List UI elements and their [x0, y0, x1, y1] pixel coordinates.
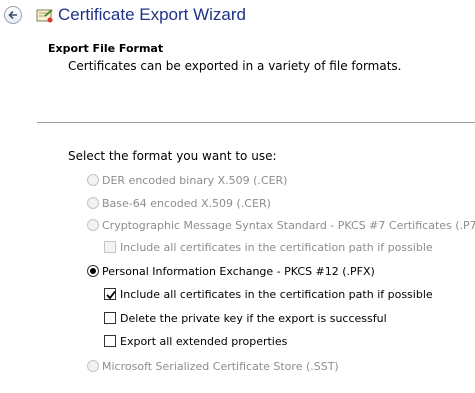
- title-bar: Certificate Export Wizard: [0, 0, 475, 34]
- checkbox-delete-private-key-box: [104, 312, 116, 324]
- radio-sst-indicator: [87, 360, 99, 372]
- checkbox-p7b-include-path-label: Include all certificates in the certific…: [120, 241, 433, 254]
- checkbox-delete-private-key-label: Delete the private key if the export is …: [120, 312, 387, 325]
- back-arrow-icon[interactable]: [4, 6, 22, 24]
- radio-pkcs12-pfx-label: Personal Information Exchange - PKCS #12…: [102, 265, 375, 278]
- checkbox-p7b-include-path-box: [104, 241, 116, 253]
- radio-der-cer-indicator: [87, 174, 99, 186]
- certificate-icon: [36, 8, 54, 24]
- radio-base64-cer-indicator: [87, 197, 99, 209]
- checkbox-export-extended-properties-label: Export all extended properties: [120, 335, 288, 348]
- format-prompt: Select the format you want to use:: [68, 149, 277, 163]
- window-title: Certificate Export Wizard: [58, 5, 246, 24]
- checkbox-pfx-include-path-label: Include all certificates in the certific…: [120, 288, 433, 301]
- radio-pkcs7-p7b-label: Cryptographic Message Syntax Standard - …: [102, 219, 475, 232]
- header-divider: [37, 122, 475, 123]
- section-heading: Export File Format: [48, 42, 164, 55]
- radio-der-cer-label: DER encoded binary X.509 (.CER): [102, 174, 288, 187]
- radio-pkcs12-pfx-indicator: [87, 265, 99, 277]
- radio-sst-label: Microsoft Serialized Certificate Store (…: [102, 360, 339, 373]
- checkbox-pfx-include-path-box: [104, 288, 116, 300]
- checkmark-icon: [106, 290, 116, 300]
- checkbox-export-extended-properties-box: [104, 335, 116, 347]
- radio-base64-cer-label: Base-64 encoded X.509 (.CER): [102, 197, 271, 210]
- radio-pkcs7-p7b-indicator: [87, 219, 99, 231]
- section-description: Certificates can be exported in a variet…: [68, 59, 402, 73]
